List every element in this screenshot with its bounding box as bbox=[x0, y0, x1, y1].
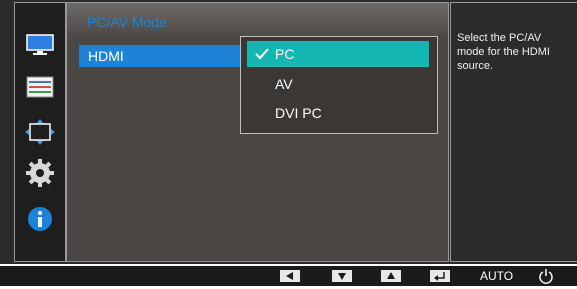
enter-icon[interactable] bbox=[430, 270, 450, 282]
auto-button[interactable]: AUTO bbox=[480, 269, 513, 283]
option-pc[interactable]: PC bbox=[247, 41, 429, 67]
left-arrow-icon[interactable] bbox=[280, 270, 300, 282]
help-text: Select the PC/AV mode for the HDMI sourc… bbox=[457, 32, 550, 72]
checkmark-icon bbox=[255, 48, 269, 60]
menu-header: PC/AV Mode bbox=[67, 3, 448, 39]
menu-title: PC/AV Mode bbox=[87, 14, 167, 30]
monitor-icon[interactable] bbox=[24, 31, 56, 59]
help-panel: Select the PC/AV mode for the HDMI sourc… bbox=[450, 2, 577, 262]
option-dvi-pc[interactable]: DVI PC bbox=[247, 100, 429, 126]
settings-gear-icon[interactable] bbox=[24, 159, 56, 187]
up-arrow-icon[interactable] bbox=[381, 270, 401, 282]
osd-window: PC/AV Mode HDMI PC AV DVI PC Select the … bbox=[0, 0, 577, 264]
pc-av-mode-dropdown: PC AV DVI PC bbox=[240, 36, 438, 134]
resize-icon[interactable] bbox=[24, 118, 56, 146]
power-icon[interactable] bbox=[538, 268, 554, 284]
info-icon[interactable] bbox=[24, 205, 56, 233]
picture-settings-icon[interactable] bbox=[24, 73, 56, 101]
hdmi-label: HDMI bbox=[88, 48, 124, 64]
option-av[interactable]: AV bbox=[247, 71, 429, 97]
bottom-button-bar: AUTO bbox=[0, 266, 577, 286]
down-arrow-icon[interactable] bbox=[332, 270, 352, 282]
option-label: DVI PC bbox=[275, 105, 322, 121]
sidebar bbox=[14, 2, 66, 262]
option-label: PC bbox=[275, 46, 295, 62]
option-label: AV bbox=[275, 76, 293, 92]
